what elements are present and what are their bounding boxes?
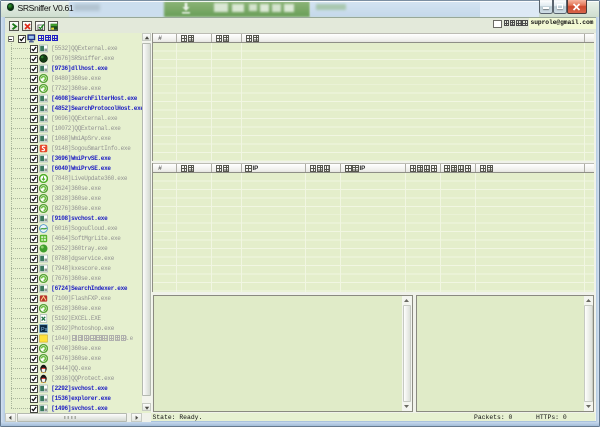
svg-text:Ps: Ps <box>41 327 48 333</box>
